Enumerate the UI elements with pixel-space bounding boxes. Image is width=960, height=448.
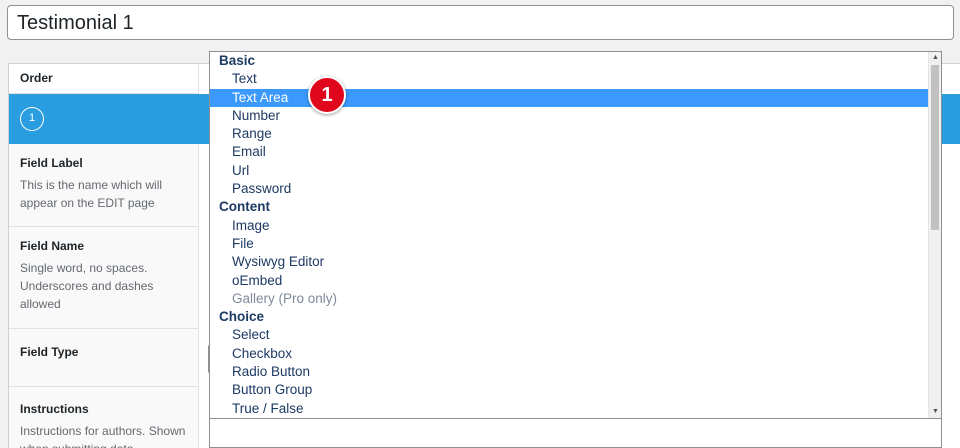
dropdown-option[interactable]: Button Group (210, 381, 929, 399)
dropdown-option[interactable]: Checkbox (210, 345, 929, 363)
scroll-up-icon[interactable]: ▲ (929, 52, 941, 64)
scroll-down-icon[interactable]: ▼ (929, 406, 941, 418)
field-name-section: Field Name Single word, no spaces. Under… (9, 227, 199, 329)
option-group-label: Choice (219, 309, 265, 325)
dropdown-option[interactable]: oEmbed (210, 272, 929, 290)
order-header-label: Order (20, 71, 53, 85)
field-type-title: Field Type (20, 345, 79, 359)
instructions-desc: Instructions for authors. Shown when sub… (20, 424, 186, 448)
instructions-title: Instructions (20, 402, 89, 416)
dropdown-option: Gallery (Pro only) (232, 290, 338, 306)
dropdown-option[interactable]: True / False (210, 400, 929, 418)
order-header: Order (9, 64, 198, 94)
step-number-badge: 1 (308, 76, 346, 114)
order-number-circle: 1 (20, 107, 44, 131)
dropdown-option[interactable]: Email (210, 143, 929, 161)
field-name-title: Field Name (20, 239, 85, 253)
instructions-textarea[interactable] (209, 419, 942, 448)
field-type-section: Field Type (9, 329, 199, 387)
dropdown-option[interactable]: Range (210, 125, 929, 143)
dropdown-scrollbar[interactable]: ▲ ▼ (928, 52, 941, 418)
field-label-section: Field Label This is the name which will … (9, 144, 199, 227)
field-label-title: Field Label (20, 156, 83, 170)
dropdown-option[interactable]: Select (210, 326, 929, 344)
option-group-label: Content (219, 199, 270, 215)
field-label-desc: This is the name which will appear on th… (20, 178, 163, 210)
scrollbar-thumb[interactable] (931, 65, 939, 230)
dropdown-option[interactable]: Password (210, 180, 929, 198)
dropdown-option[interactable]: Image (210, 217, 929, 235)
post-title-input[interactable]: Testimonial 1 (7, 5, 954, 40)
dropdown-option[interactable]: File (210, 235, 929, 253)
option-group-label: Basic (219, 53, 256, 68)
field-name-desc: Single word, no spaces. Underscores and … (20, 261, 154, 311)
dropdown-option[interactable]: Wysiwyg Editor (210, 253, 929, 271)
instructions-section: Instructions Instructions for authors. S… (9, 387, 199, 448)
dropdown-option[interactable]: Url (210, 162, 929, 180)
dropdown-option[interactable]: Radio Button (210, 363, 929, 381)
